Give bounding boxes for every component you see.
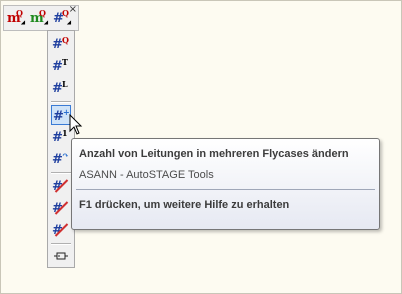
close-icon[interactable]: ×: [69, 5, 77, 15]
superscript-t: T: [62, 57, 68, 67]
superscript-1: 1: [62, 128, 68, 138]
hash-delete-x-button[interactable]: #: [51, 220, 71, 240]
hash-l-button[interactable]: # L: [51, 78, 71, 98]
superscript-l: L: [62, 79, 68, 89]
rotate-icon: ↷: [62, 150, 69, 160]
mouse-cursor-icon: [69, 114, 83, 135]
tooltip-help-text: F1 drücken, um weitere Hilfe zu erhalten: [79, 199, 290, 211]
green-m-tool-button[interactable]: m Q: [29, 8, 51, 28]
separator: [51, 243, 71, 245]
tooltip-subtitle: ASANN - AutoSTAGE Tools: [79, 169, 214, 181]
hash-rotate-button[interactable]: # ↷: [51, 149, 71, 169]
hash-delete-up-button[interactable]: #: [51, 198, 71, 218]
tooltip: Anzahl von Leitungen in mehreren Flycase…: [71, 138, 380, 230]
hash-q-button[interactable]: # Q: [51, 34, 71, 54]
top-toolbar: m Q m Q # Q ×: [3, 5, 79, 31]
tooltip-title: Anzahl von Leitungen in mehreren Flycase…: [79, 148, 349, 160]
hash-t-button[interactable]: # T: [51, 56, 71, 76]
hash-1-button[interactable]: # 1: [51, 127, 71, 147]
q-superscript: Q: [39, 8, 46, 18]
hash-plus-button[interactable]: # +: [51, 105, 71, 125]
superscript-q: Q: [62, 35, 69, 45]
hash-delete-button[interactable]: #: [51, 176, 71, 196]
pin-icon: [54, 252, 68, 260]
red-m-tool-button[interactable]: m Q: [6, 8, 28, 28]
q-superscript: Q: [16, 8, 23, 18]
separator: [51, 172, 71, 174]
tooltip-divider: [76, 189, 375, 190]
pin-button[interactable]: [51, 246, 71, 266]
